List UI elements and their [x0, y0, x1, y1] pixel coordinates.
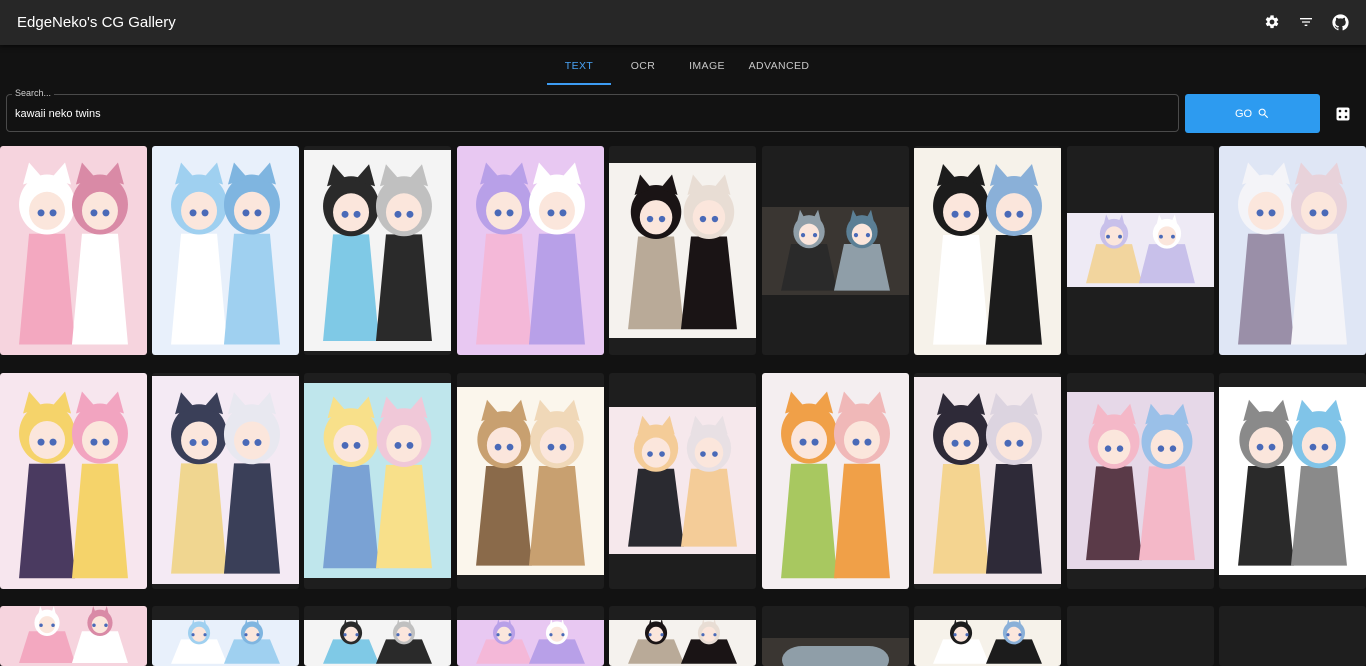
result-card[interactable] — [457, 373, 604, 589]
result-card[interactable] — [914, 146, 1061, 355]
github-icon[interactable] — [1330, 12, 1350, 32]
result-card[interactable] — [152, 373, 299, 589]
result-thumbnail — [0, 373, 147, 589]
result-card[interactable] — [762, 606, 909, 666]
result-thumbnail — [914, 620, 1061, 666]
result-card[interactable] — [609, 606, 756, 666]
app-title: EdgeNeko's CG Gallery — [17, 14, 176, 31]
result-card[interactable] — [609, 373, 756, 589]
result-thumbnail — [152, 146, 299, 355]
result-card[interactable] — [0, 373, 147, 589]
result-thumbnail — [152, 620, 299, 666]
search-mode-tabs: TEXT OCR IMAGE ADVANCED — [0, 45, 1366, 87]
result-card[interactable] — [1067, 606, 1214, 666]
result-thumbnail — [457, 387, 604, 575]
tab-image[interactable]: IMAGE — [679, 45, 735, 87]
app-bar: EdgeNeko's CG Gallery — [0, 0, 1366, 45]
search-icon — [1257, 107, 1270, 120]
result-card[interactable] — [152, 606, 299, 666]
go-button-label: GO — [1234, 107, 1253, 120]
result-thumbnail — [457, 620, 604, 666]
result-card[interactable] — [1219, 606, 1366, 666]
result-card[interactable] — [762, 146, 909, 355]
result-thumbnail — [304, 620, 451, 666]
result-thumbnail — [914, 377, 1061, 584]
result-card[interactable] — [0, 606, 147, 666]
result-card[interactable] — [152, 146, 299, 355]
result-thumbnail — [1067, 213, 1214, 287]
result-card[interactable] — [304, 373, 451, 589]
result-thumbnail — [304, 383, 451, 578]
result-thumbnail — [304, 150, 451, 351]
result-thumbnail — [152, 376, 299, 584]
result-thumbnail — [914, 148, 1061, 355]
result-card[interactable] — [1219, 146, 1366, 355]
result-thumbnail — [762, 638, 909, 666]
result-card[interactable] — [457, 146, 604, 355]
result-thumbnail — [609, 163, 756, 338]
result-card[interactable] — [0, 146, 147, 355]
result-thumbnail — [762, 207, 909, 295]
go-button[interactable]: GO — [1185, 94, 1320, 133]
tab-text[interactable]: TEXT — [547, 45, 611, 87]
result-thumbnail — [762, 373, 909, 589]
search-label: Search... — [12, 88, 55, 98]
result-card[interactable] — [304, 146, 451, 355]
result-thumbnail — [1219, 146, 1366, 355]
result-card[interactable] — [1067, 146, 1214, 355]
result-thumbnail — [0, 146, 147, 355]
result-card[interactable] — [762, 373, 909, 589]
result-thumbnail — [1067, 392, 1214, 569]
result-card[interactable] — [914, 606, 1061, 666]
tab-ocr[interactable]: OCR — [617, 45, 669, 87]
result-thumbnail — [609, 407, 756, 554]
result-card[interactable] — [914, 373, 1061, 589]
tab-advanced[interactable]: ADVANCED — [745, 45, 813, 87]
result-thumbnail — [1219, 387, 1366, 575]
result-card[interactable] — [609, 146, 756, 355]
result-thumbnail — [609, 620, 756, 666]
result-thumbnail — [457, 146, 604, 355]
result-card[interactable] — [1067, 373, 1214, 589]
settings-icon[interactable] — [1262, 12, 1282, 32]
result-card[interactable] — [1219, 373, 1366, 589]
active-tab-indicator — [547, 83, 611, 85]
search-input[interactable] — [15, 106, 1165, 122]
dice-icon[interactable] — [1334, 105, 1352, 123]
result-thumbnail — [0, 606, 147, 666]
result-card[interactable] — [457, 606, 604, 666]
result-card[interactable] — [304, 606, 451, 666]
filter-icon[interactable] — [1296, 12, 1316, 32]
